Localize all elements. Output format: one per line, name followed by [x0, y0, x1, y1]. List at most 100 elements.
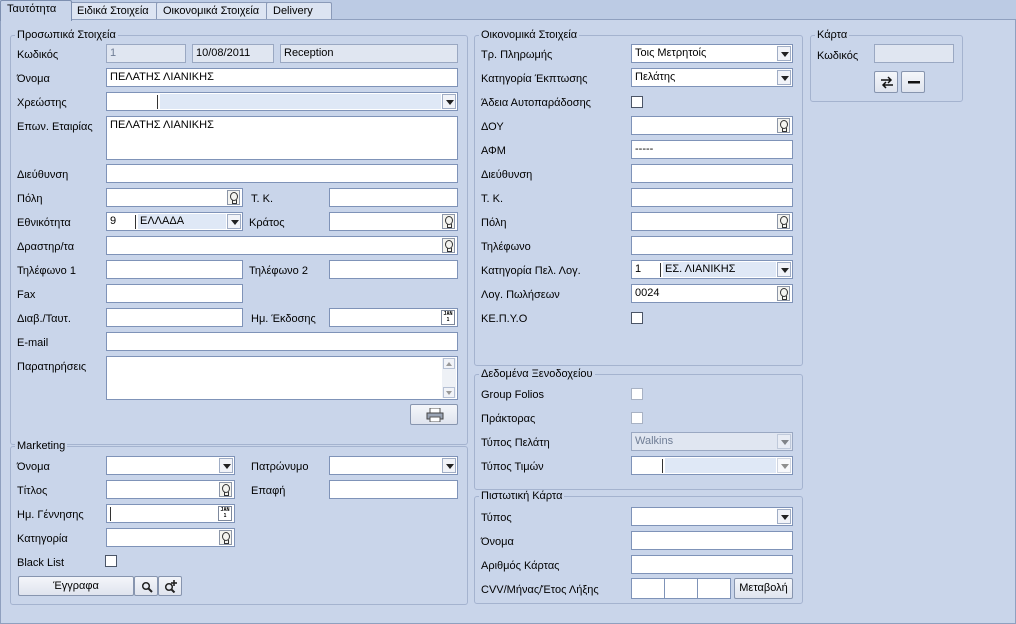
- tab-identity[interactable]: Ταυτότητα: [0, 0, 72, 21]
- lookup-bulb-icon[interactable]: [777, 118, 790, 133]
- phone2-field[interactable]: [329, 260, 458, 279]
- lookup-bulb-icon[interactable]: [442, 238, 455, 253]
- activity-field[interactable]: [106, 236, 458, 255]
- agent-checkbox[interactable]: [631, 412, 643, 424]
- patronymic-label: Πατρώνυμο: [251, 461, 309, 473]
- fin-zip-field[interactable]: [631, 188, 793, 207]
- chevron-down-icon[interactable]: [442, 458, 456, 473]
- tab-special-details[interactable]: Ειδικά Στοιχεία: [70, 2, 160, 19]
- debtor-dropdown-divider: [157, 95, 158, 109]
- email-field[interactable]: [106, 332, 458, 351]
- notes-field[interactable]: [106, 356, 458, 400]
- scroll-down-icon[interactable]: [443, 387, 455, 398]
- chevron-down-icon[interactable]: [219, 458, 233, 473]
- group-folios-label: Group Folios: [481, 389, 544, 401]
- chevron-down-icon[interactable]: [777, 458, 791, 473]
- company-field[interactable]: ΠΕΛΑΤΗΣ ΛΙΑΝΙΚΗΣ: [106, 116, 458, 160]
- discount-dropdown[interactable]: Πελάτης: [631, 68, 793, 87]
- fin-phone-field[interactable]: [631, 236, 793, 255]
- name-field[interactable]: ΠΕΛΑΤΗΣ ΛΙΑΝΙΚΗΣ: [106, 68, 458, 87]
- personal-group-title: Προσωπικά Στοιχεία: [15, 29, 118, 42]
- chevron-down-icon[interactable]: [442, 94, 456, 109]
- scroll-up-icon[interactable]: [443, 358, 455, 369]
- blacklist-label: Black List: [17, 557, 65, 569]
- tab-delivery[interactable]: Delivery: [266, 2, 332, 19]
- card-number-label: Αριθμός Κάρτας: [481, 560, 560, 572]
- calendar-icon[interactable]: JAN 1: [218, 506, 232, 521]
- contact-field[interactable]: [329, 480, 458, 499]
- afm-field[interactable]: -----: [631, 140, 793, 159]
- card-code-field[interactable]: [874, 44, 954, 63]
- card-number-field[interactable]: [631, 555, 793, 574]
- nationality-dropdown[interactable]: 9 ΕΛΛΑΔΑ: [106, 212, 243, 231]
- card-type-label: Τύπος: [481, 512, 512, 524]
- price-type-dropdown[interactable]: [631, 456, 793, 475]
- notes-scrollbar[interactable]: [442, 358, 456, 398]
- phone1-field[interactable]: [106, 260, 243, 279]
- fax-field[interactable]: [106, 284, 243, 303]
- chevron-down-icon[interactable]: [777, 509, 791, 524]
- expiry-year-field[interactable]: [697, 578, 731, 599]
- credit-group-title: Πιστωτική Κάρτα: [479, 490, 565, 503]
- calendar-icon[interactable]: JAN 1: [441, 310, 455, 325]
- card-name-field[interactable]: [631, 531, 793, 550]
- debtor-dropdown[interactable]: [106, 92, 458, 111]
- remove-card-button[interactable]: [901, 71, 925, 93]
- birth-date-field[interactable]: JAN 1: [106, 504, 235, 523]
- nationality-value: ΕΛΛΑΔΑ: [140, 215, 185, 227]
- lookup-bulb-icon[interactable]: [227, 190, 240, 205]
- code-field[interactable]: 1: [106, 44, 186, 63]
- print-button[interactable]: [410, 404, 458, 425]
- patronymic-dropdown[interactable]: [329, 456, 458, 475]
- nationality-label: Εθνικότητα: [17, 217, 71, 229]
- swap-card-button[interactable]: [874, 71, 898, 93]
- issue-date-field[interactable]: JAN 1: [329, 308, 458, 327]
- group-folios-checkbox[interactable]: [631, 388, 643, 400]
- fin-city-field[interactable]: [631, 212, 793, 231]
- expiry-month-field[interactable]: [664, 578, 698, 599]
- blacklist-checkbox[interactable]: [105, 555, 117, 567]
- chevron-down-icon[interactable]: [777, 46, 791, 61]
- chevron-down-icon[interactable]: [777, 434, 791, 449]
- chevron-down-icon[interactable]: [777, 70, 791, 85]
- kepyo-checkbox[interactable]: [631, 312, 643, 324]
- doy-field[interactable]: [631, 116, 793, 135]
- search-documents-button[interactable]: [134, 576, 158, 596]
- city-field[interactable]: [106, 188, 243, 207]
- nationality-divider: [135, 215, 136, 229]
- passport-field[interactable]: [106, 308, 243, 327]
- card-type-dropdown[interactable]: [631, 507, 793, 526]
- address-field[interactable]: [106, 164, 458, 183]
- lookup-bulb-icon[interactable]: [219, 530, 232, 545]
- tab-financial-details[interactable]: Οικονομικά Στοιχεία: [156, 2, 270, 19]
- change-button[interactable]: Μεταβολή: [734, 578, 793, 599]
- price-type-label: Τύπος Τιμών: [481, 461, 544, 473]
- customer-type-dropdown[interactable]: Walkins: [631, 432, 793, 451]
- account-cat-dropdown[interactable]: 1 ΕΣ. ΛΙΑΝΙΚΗΣ: [631, 260, 793, 279]
- title-field[interactable]: [106, 480, 235, 499]
- cvv-field[interactable]: [631, 578, 665, 599]
- sales-acc-field[interactable]: 0024: [631, 284, 793, 303]
- selfdelivery-checkbox[interactable]: [631, 96, 643, 108]
- printer-icon: [426, 408, 444, 422]
- customer-type-label: Τύπος Πελάτη: [481, 437, 550, 449]
- zip-field[interactable]: [329, 188, 458, 207]
- lookup-bulb-icon[interactable]: [777, 286, 790, 301]
- birth-label: Ημ. Γέννησης: [17, 509, 84, 521]
- tab-strip: Ειδικά Στοιχεία Οικονομικά Στοιχεία Deli…: [0, 0, 1016, 21]
- payment-dropdown[interactable]: Τοις Μετρητοίς: [631, 44, 793, 63]
- lookup-bulb-icon[interactable]: [219, 482, 232, 497]
- chevron-down-icon[interactable]: [777, 262, 791, 277]
- country-field[interactable]: [329, 212, 458, 231]
- fin-address-label: Διεύθυνση: [481, 169, 533, 181]
- category-field[interactable]: [106, 528, 235, 547]
- created-by-field[interactable]: Reception: [280, 44, 458, 63]
- documents-button[interactable]: Έγγραφα: [18, 576, 134, 596]
- mkt-name-dropdown[interactable]: [106, 456, 235, 475]
- created-date-field[interactable]: 10/08/2011: [192, 44, 274, 63]
- add-document-button[interactable]: [158, 576, 182, 596]
- fin-address-field[interactable]: [631, 164, 793, 183]
- lookup-bulb-icon[interactable]: [442, 214, 455, 229]
- chevron-down-icon[interactable]: [227, 214, 241, 229]
- lookup-bulb-icon[interactable]: [777, 214, 790, 229]
